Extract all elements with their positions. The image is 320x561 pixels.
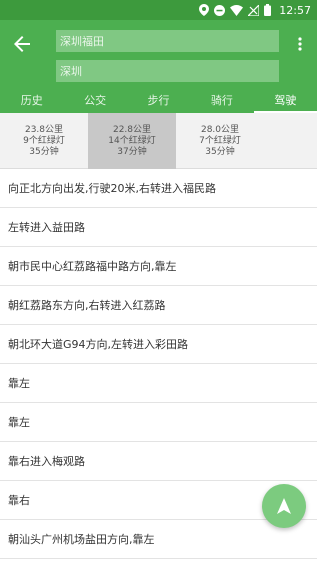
list-item[interactable]: 向正北方向出发,行驶20米,右转进入福民路 <box>0 169 317 208</box>
battery-icon <box>264 4 272 16</box>
list-item[interactable]: 靠右进入梅观路 <box>0 442 317 481</box>
route-time: 35分钟 <box>29 146 59 157</box>
app-bar: 历史 公交 步行 骑行 驾驶 <box>0 20 318 113</box>
navigation-arrow-icon <box>277 498 291 514</box>
tab-ride[interactable]: 骑行 <box>190 86 253 113</box>
list-item[interactable]: 朝汕头广州机场盐田方向,靠左 <box>0 520 317 559</box>
list-item[interactable]: 靠左 <box>0 403 317 442</box>
location-icon <box>199 4 210 16</box>
route-option[interactable]: 23.8公里 9个红绿灯 35分钟 <box>0 113 88 169</box>
start-navigation-button[interactable] <box>262 484 306 528</box>
destination-input[interactable] <box>56 60 279 82</box>
status-bar: 12:57 <box>0 0 317 20</box>
back-button[interactable] <box>10 32 34 56</box>
list-item[interactable]: 朝北环大道G94方向,左转进入彩田路 <box>0 325 317 364</box>
mode-tabs: 历史 公交 步行 骑行 驾驶 <box>0 86 318 113</box>
arrow-back-icon <box>14 36 30 52</box>
more-vertical-icon <box>298 37 302 51</box>
list-item[interactable]: 朝红荔路东方向,右转进入红荔路 <box>0 286 317 325</box>
no-signal-icon <box>248 4 260 16</box>
route-traffic-lights: 7个红绿灯 <box>199 135 241 146</box>
tab-transit[interactable]: 公交 <box>63 86 126 113</box>
more-options-button[interactable] <box>292 32 308 56</box>
status-time: 12:57 <box>279 3 311 17</box>
list-item[interactable]: 朝市民中心红荔路福中路方向,靠左 <box>0 247 317 286</box>
route-time: 35分钟 <box>205 146 235 157</box>
tab-drive[interactable]: 驾驶 <box>253 86 318 113</box>
dnd-icon <box>214 4 226 16</box>
route-distance: 22.8公里 <box>112 124 152 135</box>
wifi-icon <box>230 4 244 16</box>
tab-walk[interactable]: 步行 <box>127 86 190 113</box>
route-option[interactable]: 28.0公里 7个红绿灯 35分钟 <box>176 113 264 169</box>
route-option-selected[interactable]: 22.8公里 14个红绿灯 37分钟 <box>88 113 176 169</box>
origin-input[interactable] <box>56 30 279 52</box>
route-traffic-lights: 14个红绿灯 <box>108 135 156 146</box>
route-distance: 23.8公里 <box>24 124 64 135</box>
tab-history[interactable]: 历史 <box>0 86 63 113</box>
route-options: 23.8公里 9个红绿灯 35分钟 22.8公里 14个红绿灯 37分钟 28.… <box>0 113 317 169</box>
list-item[interactable]: 靠左 <box>0 364 317 403</box>
route-time: 37分钟 <box>117 146 147 157</box>
route-distance: 28.0公里 <box>200 124 240 135</box>
list-item[interactable]: 左转进入益田路 <box>0 208 317 247</box>
route-traffic-lights: 9个红绿灯 <box>23 135 65 146</box>
